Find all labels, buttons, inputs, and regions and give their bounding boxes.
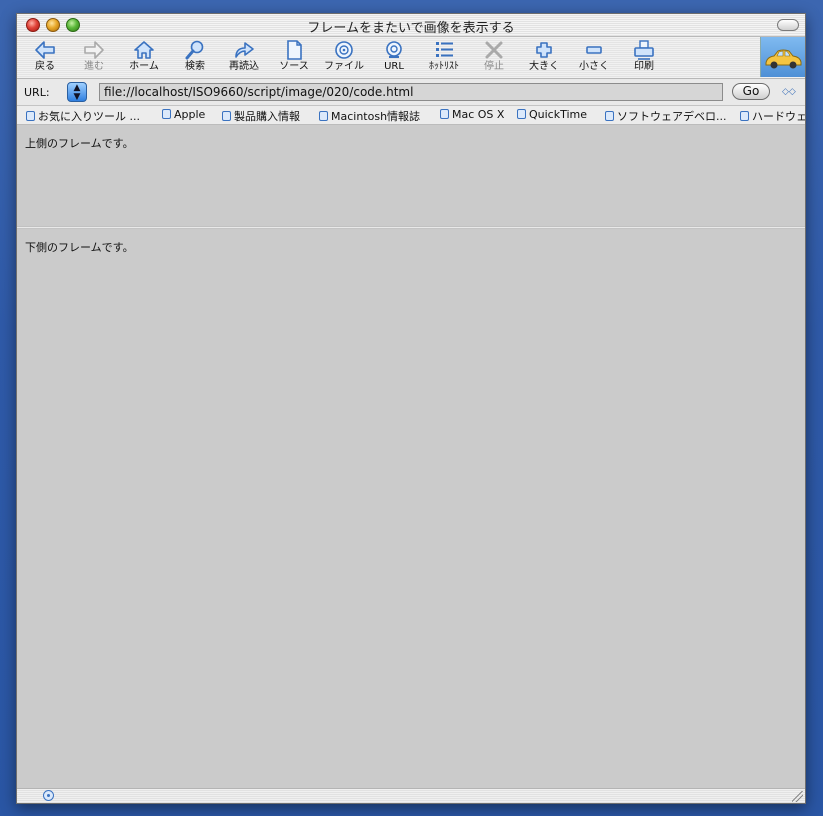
url-button[interactable]: URL	[369, 39, 419, 73]
favorite-item[interactable]: ハードウェ	[740, 108, 805, 124]
connection-status-icon	[43, 790, 54, 801]
search-button[interactable]: 検索	[170, 39, 220, 73]
car-logo-icon	[765, 49, 802, 69]
favorite-label: Apple	[174, 108, 206, 121]
title-bar[interactable]: フレームをまたいで画像を表示する	[17, 14, 805, 37]
favorite-label: Macintosh情報誌	[331, 110, 421, 123]
hotlist-button[interactable]: ﾎｯﾄﾘｽﾄ	[419, 39, 469, 73]
toolbar-toggle-pill-icon[interactable]	[777, 19, 799, 31]
favorite-folder-icon	[605, 111, 614, 121]
favorite-item[interactable]: お気に入りツール ...	[26, 108, 140, 124]
smaller-button-label: 小さく	[579, 61, 609, 72]
url-input[interactable]	[99, 83, 723, 101]
search-button-label: 検索	[185, 61, 205, 72]
hotlist-button-label: ﾎｯﾄﾘｽﾄ	[429, 61, 459, 72]
larger-button-label: 大きく	[529, 61, 559, 72]
reload-button[interactable]: 再読込	[219, 39, 269, 73]
home-icon	[119, 39, 169, 61]
source-button-label: ソース	[279, 61, 309, 72]
home-button[interactable]: ホーム	[119, 39, 169, 73]
larger-icon	[519, 39, 569, 61]
stop-button[interactable]: 停止	[469, 39, 519, 73]
url-icon	[369, 39, 419, 61]
favorite-item[interactable]: Apple	[162, 108, 205, 121]
favorite-folder-icon	[222, 111, 231, 121]
print-icon	[619, 39, 669, 61]
reload-icon	[219, 39, 269, 61]
top-frame-text: 上側のフレームです。	[25, 137, 134, 150]
favorites-bar: お気に入りツール ... Apple 製品購入情報 Macintosh情報誌 M…	[17, 106, 805, 125]
address-bar: URL: ▲▼ Go ◇◇	[17, 79, 805, 106]
larger-button[interactable]: 大きく	[519, 39, 569, 73]
file-icon	[319, 39, 369, 61]
back-button-label: 戻る	[35, 61, 55, 72]
print-button[interactable]: 印刷	[619, 39, 669, 73]
stop-button-label: 停止	[484, 61, 504, 72]
window-title: フレームをまたいで画像を表示する	[307, 21, 515, 36]
back-arrow-icon	[20, 39, 70, 61]
browser-logo	[760, 37, 805, 77]
home-button-label: ホーム	[129, 61, 159, 72]
toolbar: 戻る 進む ホーム 検索 再読込 ソース ファイル URL ﾎｯﾄﾘｽﾄ 停止 …	[17, 37, 805, 79]
page-holder-icon[interactable]: ◇◇	[782, 87, 796, 97]
smaller-button[interactable]: 小さく	[569, 39, 619, 73]
print-button-label: 印刷	[634, 61, 654, 72]
search-icon	[170, 39, 220, 61]
favorite-folder-icon	[440, 109, 449, 119]
browser-window: フレームをまたいで画像を表示する 戻る 進む ホーム 検索 再読込 ソース ファ…	[16, 13, 806, 804]
forward-button-label: 進む	[84, 61, 104, 72]
favorite-item[interactable]: QuickTime	[517, 108, 587, 121]
favorite-folder-icon	[162, 109, 171, 119]
favorite-folder-icon	[26, 111, 35, 121]
forward-arrow-icon	[69, 39, 119, 61]
file-button[interactable]: ファイル	[319, 39, 369, 73]
source-icon	[269, 39, 319, 61]
favorite-label: QuickTime	[529, 108, 588, 121]
favorite-folder-icon	[517, 109, 526, 119]
smaller-icon	[569, 39, 619, 61]
favorite-label: Mac OS X	[452, 108, 505, 121]
favorite-folder-icon	[319, 111, 328, 121]
source-button[interactable]: ソース	[269, 39, 319, 73]
back-button[interactable]: 戻る	[20, 39, 70, 73]
resize-grip-icon[interactable]	[792, 791, 803, 802]
favorite-label: お気に入りツール ...	[38, 110, 140, 123]
favorite-folder-icon	[740, 111, 749, 121]
favorite-label: ソフトウェアデベロ...	[617, 110, 727, 123]
hotlist-icon	[419, 39, 469, 61]
reload-button-label: 再読込	[229, 61, 259, 72]
url-label: URL:	[24, 86, 50, 99]
bottom-frame-text: 下側のフレームです。	[25, 241, 134, 254]
favorite-label: ハードウェ	[752, 110, 805, 123]
url-button-label: URL	[384, 61, 404, 72]
favorite-item[interactable]: Mac OS X	[440, 108, 504, 121]
url-history-stepper-icon[interactable]: ▲ ▼	[67, 82, 87, 102]
favorite-label: 製品購入情報	[234, 110, 300, 123]
favorite-item[interactable]: Macintosh情報誌	[319, 108, 420, 124]
favorite-item[interactable]: ソフトウェアデベロ...	[605, 108, 727, 124]
bottom-frame: 下側のフレームです。	[17, 229, 805, 789]
status-bar	[17, 788, 805, 803]
stop-icon	[469, 39, 519, 61]
favorite-item[interactable]: 製品購入情報	[222, 108, 300, 124]
top-frame: 上側のフレームです。	[17, 125, 805, 226]
forward-button[interactable]: 進む	[69, 39, 119, 73]
go-button[interactable]: Go	[732, 83, 770, 100]
file-button-label: ファイル	[324, 61, 364, 72]
